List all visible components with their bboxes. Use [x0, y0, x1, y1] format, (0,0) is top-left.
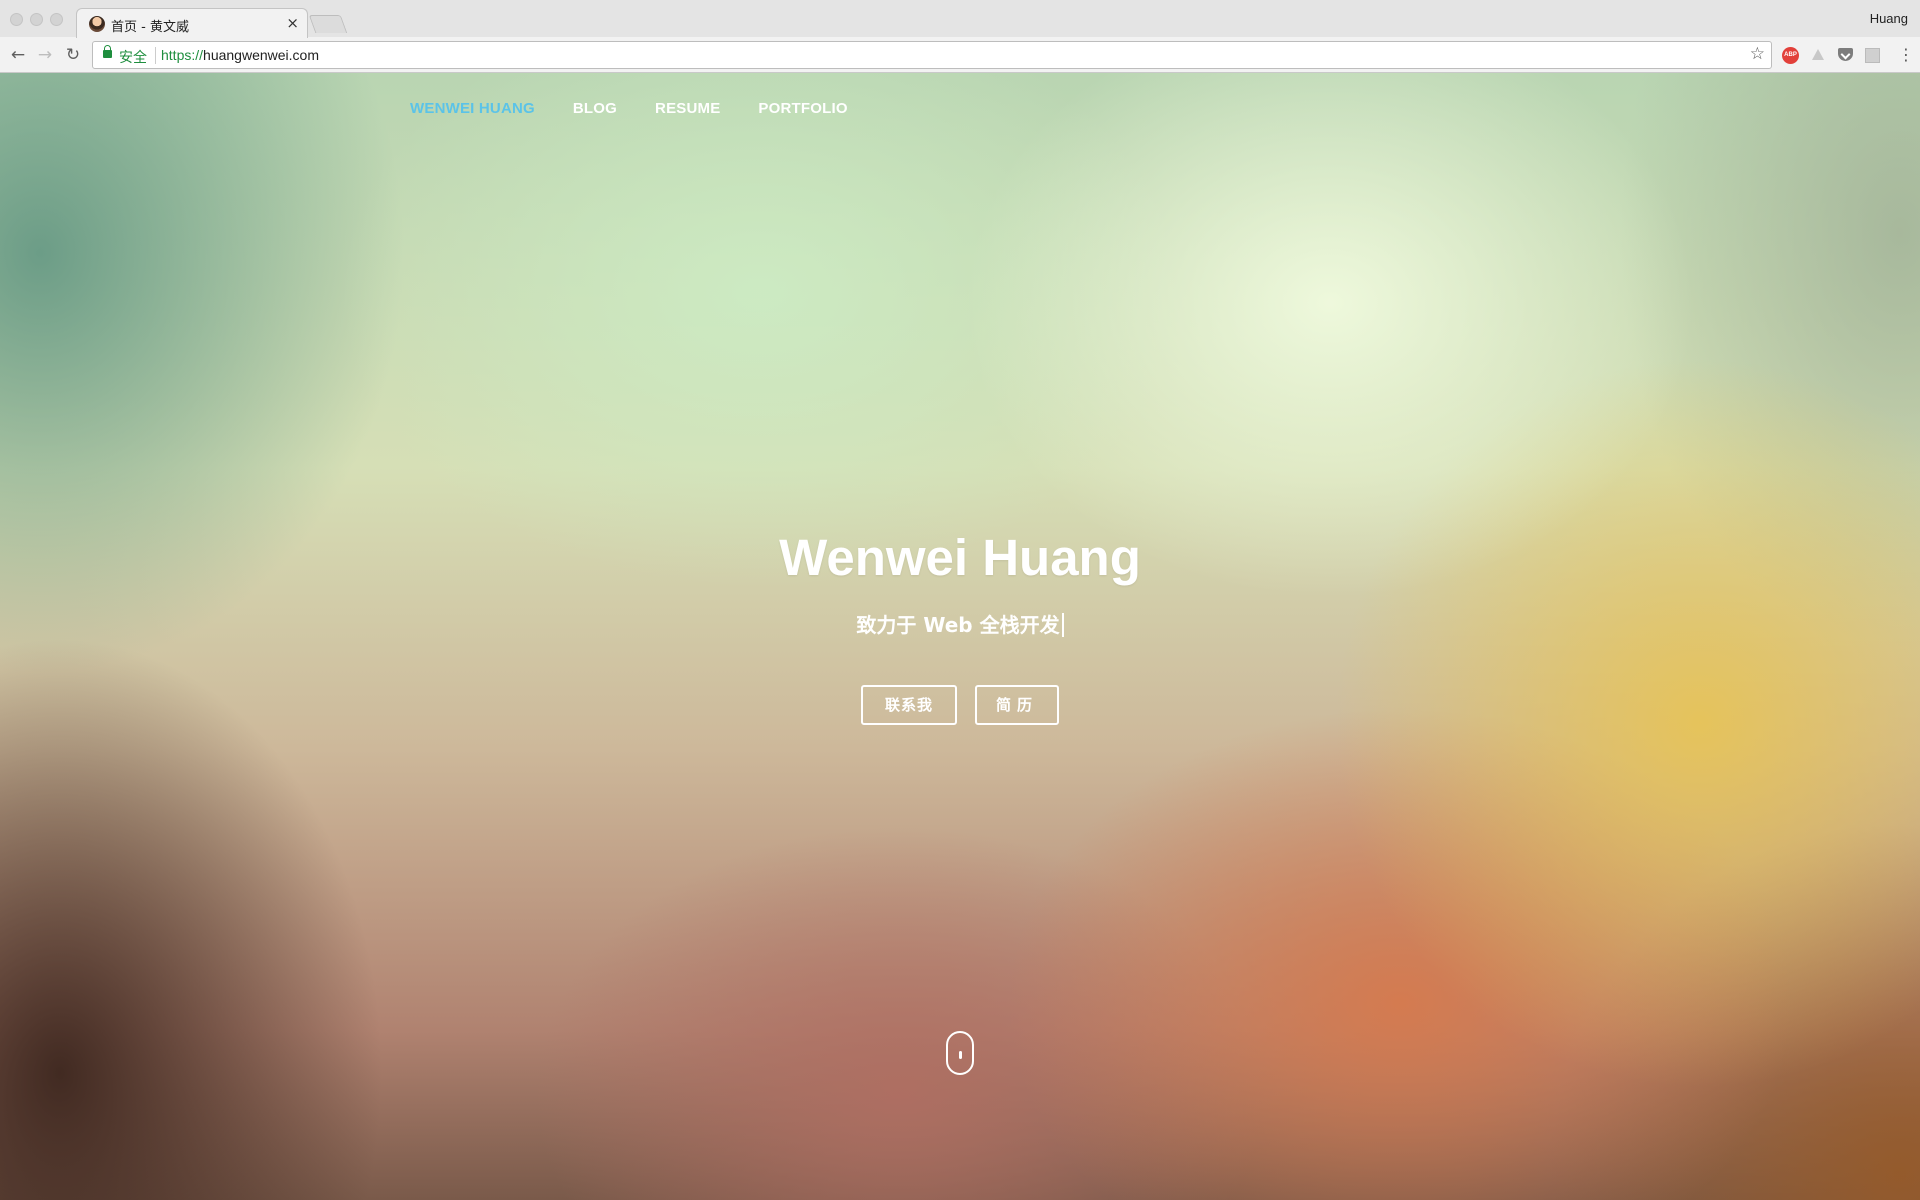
typing-caret	[1061, 613, 1064, 637]
reload-icon[interactable]: ↻	[63, 45, 83, 65]
extension-grey-icon[interactable]	[1865, 48, 1880, 63]
nav-item-home[interactable]: WENWEI HUANG	[410, 100, 535, 117]
maximize-window-icon[interactable]	[50, 13, 63, 26]
profile-name[interactable]: Huang	[1870, 11, 1908, 26]
tab-close-icon[interactable]: ×	[286, 14, 299, 32]
address-bar[interactable]: 安全 https://huangwenwei.com ☆	[92, 41, 1772, 69]
separator	[155, 47, 156, 64]
browser-tab[interactable]: 首页 - 黄文威 ×	[76, 8, 308, 38]
url-host: huangwenwei.com	[203, 47, 319, 63]
hero-section: WENWEI HUANG BLOG RESUME PORTFOLIO Wenwe…	[0, 73, 1920, 1200]
new-tab-button[interactable]	[308, 15, 348, 33]
close-window-icon[interactable]	[10, 13, 23, 26]
url-text[interactable]: https://huangwenwei.com	[161, 47, 319, 63]
hero-buttons: 联系我 简历	[0, 685, 1920, 725]
nav-item-portfolio[interactable]: PORTFOLIO	[758, 100, 847, 117]
adblock-extension-icon[interactable]: ABP	[1782, 47, 1799, 64]
nav-item-resume[interactable]: RESUME	[655, 100, 720, 117]
site-nav: WENWEI HUANG BLOG RESUME PORTFOLIO	[410, 100, 848, 117]
minimize-window-icon[interactable]	[30, 13, 43, 26]
favicon-icon	[89, 16, 105, 32]
lock-icon	[103, 45, 112, 58]
forward-icon[interactable]: →	[35, 45, 55, 65]
tab-title: 首页 - 黄文威	[111, 20, 189, 35]
hero-subtitle-wrap: 致力于 Web 全栈开发	[0, 609, 1920, 638]
secure-label: 安全	[119, 50, 147, 66]
browser-chrome: 首页 - 黄文威 × Huang ← → ↻ 安全 https://huangw…	[0, 0, 1920, 73]
scroll-down-mouse-icon[interactable]	[946, 1031, 974, 1075]
resume-button[interactable]: 简历	[975, 685, 1059, 725]
tab-strip: 首页 - 黄文威 × Huang	[0, 0, 1920, 38]
url-scheme: https://	[161, 47, 204, 63]
bookmark-star-icon[interactable]: ☆	[1750, 44, 1765, 64]
browser-toolbar: ← → ↻ 安全 https://huangwenwei.com ☆ ABP ⋮	[0, 37, 1920, 73]
hero-title: Wenwei Huang	[779, 529, 1141, 586]
hero-subtitle: 致力于 Web 全栈开发	[856, 613, 1060, 637]
nav-item-blog[interactable]: BLOG	[573, 100, 617, 117]
browser-menu-icon[interactable]: ⋮	[1898, 45, 1914, 64]
pocket-extension-icon[interactable]	[1838, 48, 1853, 61]
mouse-wheel-icon	[959, 1051, 962, 1059]
extension-triangle-icon[interactable]	[1812, 49, 1824, 60]
contact-button[interactable]: 联系我	[861, 685, 957, 725]
back-icon[interactable]: ←	[8, 45, 28, 65]
